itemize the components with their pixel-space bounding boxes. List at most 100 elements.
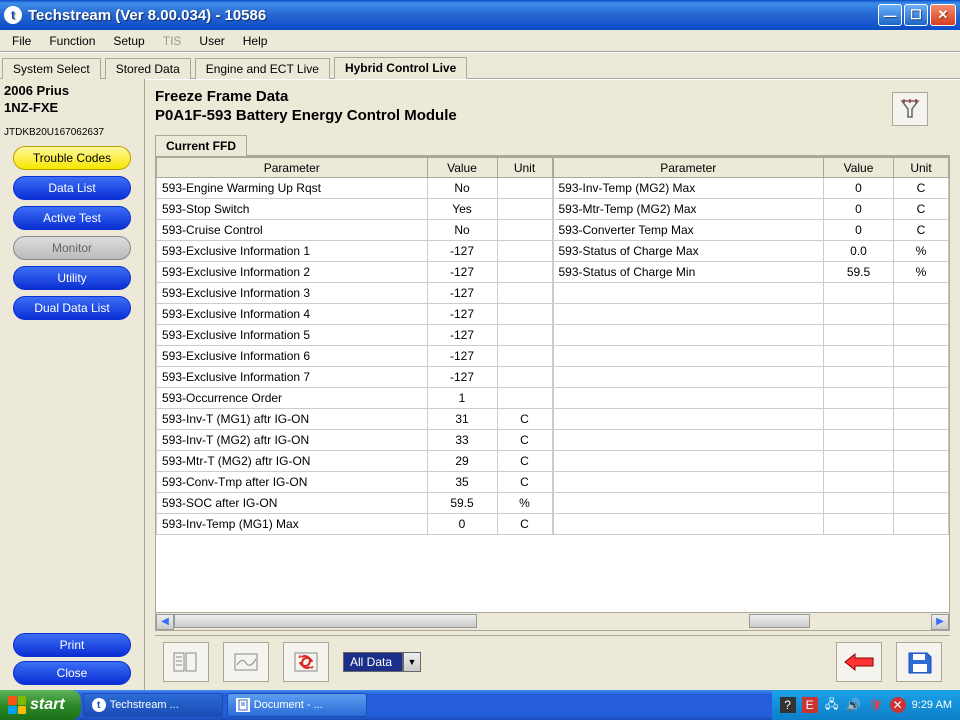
scroll-right-icon[interactable]: ▶ bbox=[931, 614, 949, 630]
table-row[interactable]: 593-Converter Temp Max0C bbox=[553, 220, 949, 241]
table-row[interactable]: 593-Exclusive Information 3-127 bbox=[157, 283, 553, 304]
table-row[interactable]: 593-Mtr-T (MG2) aftr IG-ON29C bbox=[157, 451, 553, 472]
data-filter-combo[interactable]: All Data ▼ bbox=[343, 652, 421, 672]
table-row[interactable]: 593-Inv-T (MG2) aftr IG-ON33C bbox=[157, 430, 553, 451]
btn-save[interactable] bbox=[896, 642, 942, 682]
cell-unit bbox=[497, 346, 552, 367]
table-row[interactable] bbox=[553, 514, 949, 535]
table-row[interactable] bbox=[553, 304, 949, 325]
table-row[interactable]: 593-Inv-T (MG1) aftr IG-ON31C bbox=[157, 409, 553, 430]
btn-utility[interactable]: Utility bbox=[13, 266, 131, 290]
table-row[interactable]: 593-Stop SwitchYes bbox=[157, 199, 553, 220]
col-parameter[interactable]: Parameter bbox=[157, 158, 428, 178]
table-row[interactable]: 593-Exclusive Information 2-127 bbox=[157, 262, 553, 283]
menu-setup[interactable]: Setup bbox=[105, 32, 152, 50]
table-row[interactable]: 593-Cruise ControlNo bbox=[157, 220, 553, 241]
table-row[interactable]: 593-Status of Charge Min59.5% bbox=[553, 262, 949, 283]
cell-unit bbox=[894, 472, 949, 493]
tab-system-select[interactable]: System Select bbox=[2, 58, 101, 79]
taskbar-item-techstream[interactable]: t Techstream ... bbox=[83, 693, 223, 717]
cell-parameter bbox=[553, 367, 824, 388]
taskbar-item-document[interactable]: Document - ... bbox=[227, 693, 367, 717]
cell-parameter: 593-Exclusive Information 4 bbox=[157, 304, 428, 325]
cell-parameter bbox=[553, 472, 824, 493]
btn-print[interactable]: Print bbox=[13, 633, 131, 657]
btn-monitor[interactable]: Monitor bbox=[13, 236, 131, 260]
filter-button[interactable] bbox=[892, 92, 928, 126]
btn-refresh[interactable] bbox=[283, 642, 329, 682]
col-unit[interactable]: Unit bbox=[497, 158, 552, 178]
scroll-thumb-right[interactable] bbox=[749, 614, 810, 628]
table-row[interactable]: 593-Mtr-Temp (MG2) Max0C bbox=[553, 199, 949, 220]
table-row[interactable]: 593-Inv-Temp (MG1) Max0C bbox=[157, 514, 553, 535]
table-row[interactable] bbox=[553, 472, 949, 493]
maximize-button[interactable]: ☐ bbox=[904, 4, 928, 26]
table-row[interactable] bbox=[553, 283, 949, 304]
menu-tis[interactable]: TIS bbox=[155, 32, 190, 50]
btn-trouble-codes[interactable]: Trouble Codes bbox=[13, 146, 131, 170]
table-row[interactable]: 593-SOC after IG-ON59.5% bbox=[157, 493, 553, 514]
btn-active-test[interactable]: Active Test bbox=[13, 206, 131, 230]
table-row[interactable]: 593-Exclusive Information 1-127 bbox=[157, 241, 553, 262]
refresh-icon bbox=[292, 649, 320, 675]
btn-close[interactable]: Close bbox=[13, 661, 131, 685]
table-row[interactable]: 593-Status of Charge Max0.0% bbox=[553, 241, 949, 262]
btn-back[interactable] bbox=[836, 642, 882, 682]
table-row[interactable]: 593-Occurrence Order1 bbox=[157, 388, 553, 409]
cell-value bbox=[824, 493, 894, 514]
vehicle-vin: JTDKB20U167062637 bbox=[4, 127, 140, 138]
menu-function[interactable]: Function bbox=[41, 32, 103, 50]
tray-e-icon[interactable]: E bbox=[802, 697, 818, 713]
table-row[interactable] bbox=[553, 430, 949, 451]
cell-parameter bbox=[553, 451, 824, 472]
minimize-button[interactable]: — bbox=[878, 4, 902, 26]
tab-hybrid-control-live[interactable]: Hybrid Control Live bbox=[334, 57, 467, 79]
menu-help[interactable]: Help bbox=[235, 32, 276, 50]
close-button[interactable]: ✕ bbox=[930, 4, 956, 26]
cell-parameter: 593-Status of Charge Max bbox=[553, 241, 824, 262]
cell-unit bbox=[497, 367, 552, 388]
table-row[interactable] bbox=[553, 388, 949, 409]
col-value[interactable]: Value bbox=[427, 158, 497, 178]
horizontal-scrollbar[interactable]: ◀ ▶ bbox=[155, 613, 950, 631]
start-button[interactable]: start bbox=[0, 690, 81, 720]
table-row[interactable] bbox=[553, 493, 949, 514]
chevron-down-icon[interactable]: ▼ bbox=[403, 652, 421, 672]
network-icon[interactable]: 🖧 bbox=[824, 697, 840, 713]
table-row[interactable]: 593-Exclusive Information 6-127 bbox=[157, 346, 553, 367]
table-row[interactable]: 593-Engine Warming Up RqstNo bbox=[157, 178, 553, 199]
alert-icon[interactable]: ✕ bbox=[890, 697, 906, 713]
btn-list-view[interactable] bbox=[163, 642, 209, 682]
tab-stored-data[interactable]: Stored Data bbox=[105, 58, 191, 79]
table-row[interactable]: 593-Inv-Temp (MG2) Max0C bbox=[553, 178, 949, 199]
table-row[interactable]: 593-Exclusive Information 4-127 bbox=[157, 304, 553, 325]
btn-data-list[interactable]: Data List bbox=[13, 176, 131, 200]
menu-file[interactable]: File bbox=[4, 32, 39, 50]
col-parameter[interactable]: Parameter bbox=[553, 158, 824, 178]
btn-graph-view[interactable] bbox=[223, 642, 269, 682]
scroll-left-icon[interactable]: ◀ bbox=[156, 614, 174, 630]
table-row[interactable] bbox=[553, 325, 949, 346]
cell-value bbox=[824, 430, 894, 451]
shield-icon[interactable]: 🛡 bbox=[868, 697, 884, 713]
table-row[interactable] bbox=[553, 367, 949, 388]
table-row[interactable] bbox=[553, 409, 949, 430]
cell-unit: C bbox=[894, 220, 949, 241]
col-unit[interactable]: Unit bbox=[894, 158, 949, 178]
table-row[interactable] bbox=[553, 346, 949, 367]
volume-icon[interactable]: 🔊 bbox=[846, 697, 862, 713]
table-row[interactable]: 593-Exclusive Information 7-127 bbox=[157, 367, 553, 388]
tab-engine-ect-live[interactable]: Engine and ECT Live bbox=[195, 58, 330, 79]
vehicle-engine: 1NZ-FXE bbox=[4, 100, 140, 117]
table-row[interactable] bbox=[553, 451, 949, 472]
table-row[interactable]: 593-Exclusive Information 5-127 bbox=[157, 325, 553, 346]
clock[interactable]: 9:29 AM bbox=[912, 699, 952, 711]
btn-dual-data-list[interactable]: Dual Data List bbox=[13, 296, 131, 320]
cell-value bbox=[824, 325, 894, 346]
tab-current-ffd[interactable]: Current FFD bbox=[155, 135, 247, 156]
help-icon[interactable]: ? bbox=[780, 697, 796, 713]
menu-user[interactable]: User bbox=[191, 32, 232, 50]
col-value[interactable]: Value bbox=[824, 158, 894, 178]
table-row[interactable]: 593-Conv-Tmp after IG-ON35C bbox=[157, 472, 553, 493]
scroll-thumb-left[interactable] bbox=[174, 614, 477, 628]
